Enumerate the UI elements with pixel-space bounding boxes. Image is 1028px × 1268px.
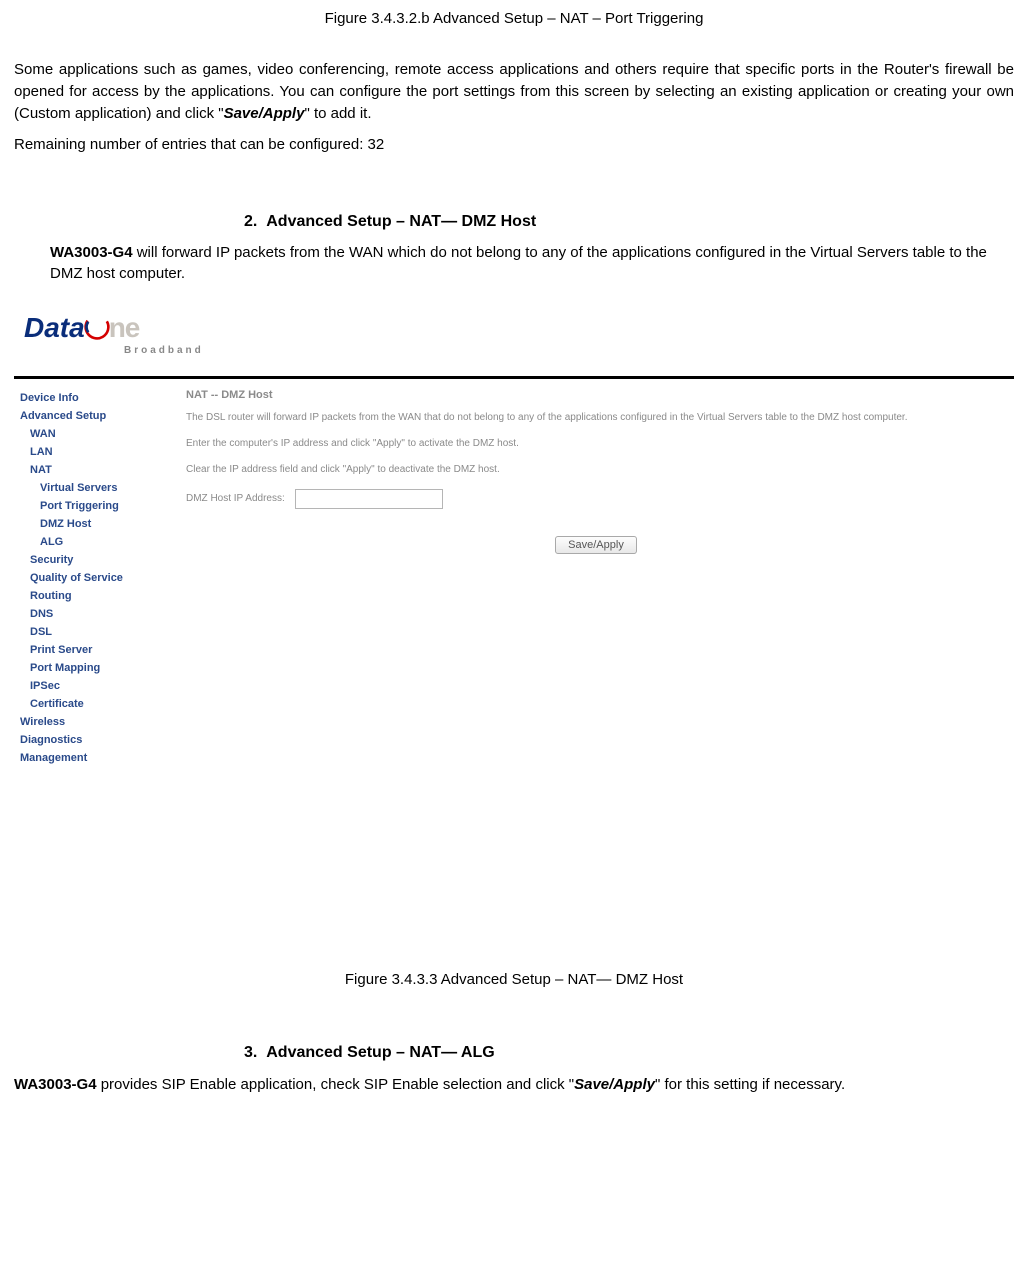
logo-swirl-icon (83, 313, 111, 341)
nav-diagnostics[interactable]: Diagnostics (20, 731, 168, 749)
nav-routing[interactable]: Routing (20, 587, 168, 605)
section-3-heading: 3. Advanced Setup – NAT— ALG (244, 1044, 1014, 1062)
section-3-save-apply: Save/Apply (574, 1076, 655, 1093)
figure-caption-top: Figure 3.4.3.2.b Advanced Setup – NAT – … (14, 10, 1014, 27)
nav-virtual-servers[interactable]: Virtual Servers (20, 479, 168, 497)
nav-security[interactable]: Security (20, 551, 168, 569)
nav-port-mapping[interactable]: Port Mapping (20, 659, 168, 677)
nav-device-info[interactable]: Device Info (20, 389, 168, 407)
section-2-rest: will forward IP packets from the WAN whi… (50, 244, 987, 282)
nav-print-server[interactable]: Print Server (20, 641, 168, 659)
nav-dmz-host[interactable]: DMZ Host (20, 515, 168, 533)
section-2-heading: 2. Advanced Setup – NAT— DMZ Host (244, 213, 1014, 231)
section-3-num: 3. (244, 1044, 257, 1061)
intro-text-a: Some applications such as games, video c… (14, 61, 1014, 122)
section-2-intro: WA3003-G4 will forward IP packets from t… (50, 243, 1014, 284)
nav-alg[interactable]: ALG (20, 533, 168, 551)
nav-nat[interactable]: NAT (20, 461, 168, 479)
content-line-2: Enter the computer's IP address and clic… (186, 437, 1006, 451)
content-line-1: The DSL router will forward IP packets f… (186, 411, 1006, 425)
save-apply-button[interactable]: Save/Apply (555, 536, 637, 554)
section-2-num: 2. (244, 213, 257, 230)
logo-text-data: Data (24, 312, 85, 344)
section-3-mid: provides SIP Enable application, check S… (97, 1076, 575, 1093)
router-nav: Device InfoAdvanced SetupWANLANNATVirtua… (14, 385, 172, 767)
section-2-title: Advanced Setup – NAT— DMZ Host (266, 213, 536, 230)
nav-advanced-setup[interactable]: Advanced Setup (20, 407, 168, 425)
nav-certificate[interactable]: Certificate (20, 695, 168, 713)
intro-save-apply: Save/Apply (224, 105, 305, 122)
dmz-ip-label: DMZ Host IP Address: (186, 493, 285, 504)
logo-subtext: Broadband (124, 345, 204, 356)
router-screenshot: Data ne Broadband Device InfoAdvanced Se… (14, 301, 1014, 941)
content-title: NAT -- DMZ Host (186, 389, 1006, 401)
nav-lan[interactable]: LAN (20, 443, 168, 461)
intro-paragraph: Some applications such as games, video c… (14, 59, 1014, 124)
section-3-title: Advanced Setup – NAT— ALG (266, 1044, 494, 1061)
intro-text-c: " to add it. (304, 105, 371, 122)
dmz-ip-input[interactable] (295, 489, 443, 509)
router-content: NAT -- DMZ Host The DSL router will forw… (172, 385, 1014, 554)
nav-wan[interactable]: WAN (20, 425, 168, 443)
remaining-entries: Remaining number of entries that can be … (14, 136, 1014, 153)
nav-ipsec[interactable]: IPSec (20, 677, 168, 695)
section-3-end: " for this setting if necessary. (655, 1076, 845, 1093)
nav-management[interactable]: Management (20, 749, 168, 767)
section-3-model: WA3003-G4 (14, 1076, 97, 1093)
nav-port-triggering[interactable]: Port Triggering (20, 497, 168, 515)
nav-qos[interactable]: Quality of Service (20, 569, 168, 587)
content-line-3: Clear the IP address field and click "Ap… (186, 463, 1006, 477)
section-3-intro: WA3003-G4 provides SIP Enable applicatio… (14, 1074, 1014, 1095)
logo-text-ne: ne (109, 312, 140, 344)
nav-dsl[interactable]: DSL (20, 623, 168, 641)
section-2-model: WA3003-G4 (50, 244, 133, 261)
nav-dns[interactable]: DNS (20, 605, 168, 623)
logo: Data ne (24, 309, 139, 344)
figure-caption-mid: Figure 3.4.3.3 Advanced Setup – NAT— DMZ… (14, 971, 1014, 988)
router-header: Data ne Broadband (14, 301, 1014, 379)
nav-wireless[interactable]: Wireless (20, 713, 168, 731)
